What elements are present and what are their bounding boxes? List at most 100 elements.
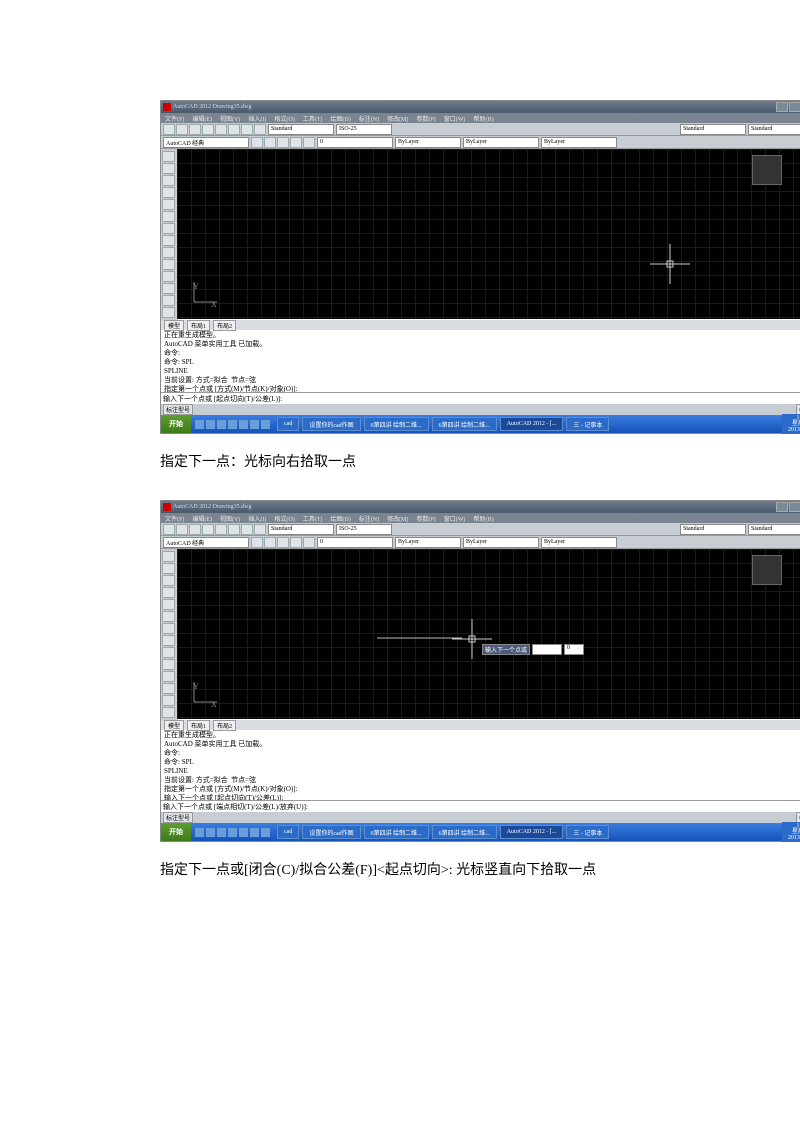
tool-icon[interactable]: [162, 671, 175, 682]
task-item[interactable]: cad: [277, 825, 299, 839]
tool-icon[interactable]: [163, 524, 175, 535]
tab-layout1[interactable]: 布局1: [187, 320, 210, 331]
ql-icon[interactable]: [217, 828, 226, 837]
tool-icon[interactable]: [176, 124, 188, 135]
tool-icon[interactable]: [251, 537, 263, 548]
tool-icon[interactable]: [162, 551, 175, 562]
menu-insert[interactable]: 插入(I): [248, 114, 266, 123]
ql-icon[interactable]: [261, 828, 270, 837]
style2-dropdown[interactable]: Standard: [680, 524, 746, 535]
maximize-button[interactable]: [789, 102, 800, 112]
tool-icon[interactable]: [241, 124, 253, 135]
tool-icon[interactable]: [290, 137, 302, 148]
task-item[interactable]: 6第四讲 绘制二维...: [432, 417, 497, 431]
tool-icon[interactable]: [228, 124, 240, 135]
tool-icon[interactable]: [290, 537, 302, 548]
menu-param[interactable]: 参数(P): [416, 114, 435, 123]
menu-tools[interactable]: 工具(T): [303, 114, 323, 123]
tool-icon[interactable]: [162, 211, 175, 222]
menu-edit[interactable]: 编辑(E): [192, 514, 212, 523]
tool-icon[interactable]: [162, 695, 175, 706]
task-item[interactable]: 6第四讲 绘制二维...: [364, 825, 429, 839]
tool-icon[interactable]: [251, 137, 263, 148]
maximize-button[interactable]: [789, 502, 800, 512]
tool-icon[interactable]: [162, 623, 175, 634]
menu-dim[interactable]: 标注(N): [359, 114, 379, 123]
tool-icon[interactable]: [162, 199, 175, 210]
tool-icon[interactable]: [215, 124, 227, 135]
layer-dropdown[interactable]: 0: [317, 537, 393, 548]
menu-param[interactable]: 参数(P): [416, 514, 435, 523]
viewcube[interactable]: [752, 155, 782, 185]
tool-icon[interactable]: [162, 283, 175, 294]
drawing-canvas[interactable]: YX: [177, 149, 800, 319]
style-dropdown[interactable]: Standard: [268, 524, 334, 535]
task-item[interactable]: 三 - 记事本: [566, 825, 609, 839]
iso-dropdown[interactable]: ISO-25: [336, 124, 392, 135]
ql-icon[interactable]: [239, 420, 248, 429]
ql-icon[interactable]: [228, 420, 237, 429]
ql-icon[interactable]: [239, 828, 248, 837]
tool-icon[interactable]: [162, 563, 175, 574]
iso-dropdown[interactable]: ISO-25: [336, 524, 392, 535]
minimize-button[interactable]: [776, 102, 788, 112]
menu-help[interactable]: 帮助(H): [473, 514, 493, 523]
task-item[interactable]: 三 - 记事本: [566, 417, 609, 431]
menu-window[interactable]: 窗口(W): [444, 114, 466, 123]
tool-icon[interactable]: [162, 163, 175, 174]
menu-window[interactable]: 窗口(W): [444, 514, 466, 523]
tool-icon[interactable]: [189, 124, 201, 135]
style-dropdown[interactable]: Standard: [268, 124, 334, 135]
tool-icon[interactable]: [162, 271, 175, 282]
tool-icon[interactable]: [162, 259, 175, 270]
command-input[interactable]: 输入下一个点或 [起点切向(T)/公差(L)]:: [161, 392, 800, 404]
task-item-active[interactable]: AutoCAD 2012 - [...: [500, 825, 564, 839]
tool-icon[interactable]: [228, 524, 240, 535]
ws-dropdown[interactable]: AutoCAD 经典: [163, 537, 249, 548]
tool-icon[interactable]: [241, 524, 253, 535]
dyn-field[interactable]: 0: [564, 644, 584, 655]
menu-file[interactable]: 文件(F): [165, 114, 184, 123]
menu-modify[interactable]: 修改(M): [387, 514, 408, 523]
tool-icon[interactable]: [162, 707, 175, 718]
ql-icon[interactable]: [261, 420, 270, 429]
command-input[interactable]: 输入下一个点或 [端点相切(T)/公差(L)/放弃(U)]:: [161, 800, 800, 812]
task-item[interactable]: 设置你的cad作图: [302, 417, 360, 431]
tool-icon[interactable]: [264, 137, 276, 148]
tool-icon[interactable]: [162, 611, 175, 622]
start-button[interactable]: 开始: [161, 823, 191, 841]
ws-dropdown[interactable]: AutoCAD 经典: [163, 137, 249, 148]
tool-icon[interactable]: [162, 307, 175, 318]
task-item-active[interactable]: AutoCAD 2012 - [...: [500, 417, 564, 431]
tool-icon[interactable]: [163, 124, 175, 135]
style3-dropdown[interactable]: Standard: [748, 124, 800, 135]
menu-format[interactable]: 格式(O): [274, 114, 294, 123]
dyn-field[interactable]: [532, 644, 562, 655]
tool-icon[interactable]: [303, 537, 315, 548]
viewcube[interactable]: [752, 555, 782, 585]
tool-icon[interactable]: [162, 647, 175, 658]
menu-help[interactable]: 帮助(H): [473, 114, 493, 123]
minimize-button[interactable]: [776, 502, 788, 512]
tool-icon[interactable]: [189, 524, 201, 535]
tool-icon[interactable]: [162, 295, 175, 306]
tool-icon[interactable]: [162, 683, 175, 694]
tool-icon[interactable]: [162, 187, 175, 198]
start-button[interactable]: 开始: [161, 415, 191, 433]
lweight-dropdown[interactable]: ByLayer: [541, 537, 617, 548]
menu-edit[interactable]: 编辑(E): [192, 114, 212, 123]
lweight-dropdown[interactable]: ByLayer: [541, 137, 617, 148]
tool-icon[interactable]: [176, 524, 188, 535]
menu-view[interactable]: 视图(V): [220, 114, 240, 123]
ql-icon[interactable]: [217, 420, 226, 429]
layer-dropdown[interactable]: 0: [317, 137, 393, 148]
ql-icon[interactable]: [206, 828, 215, 837]
tool-icon[interactable]: [162, 575, 175, 586]
task-item[interactable]: cad: [277, 417, 299, 431]
tool-icon[interactable]: [162, 223, 175, 234]
menu-modify[interactable]: 修改(M): [387, 114, 408, 123]
ql-icon[interactable]: [250, 828, 259, 837]
tool-icon[interactable]: [162, 659, 175, 670]
tool-icon[interactable]: [277, 537, 289, 548]
menu-dim[interactable]: 标注(N): [359, 514, 379, 523]
